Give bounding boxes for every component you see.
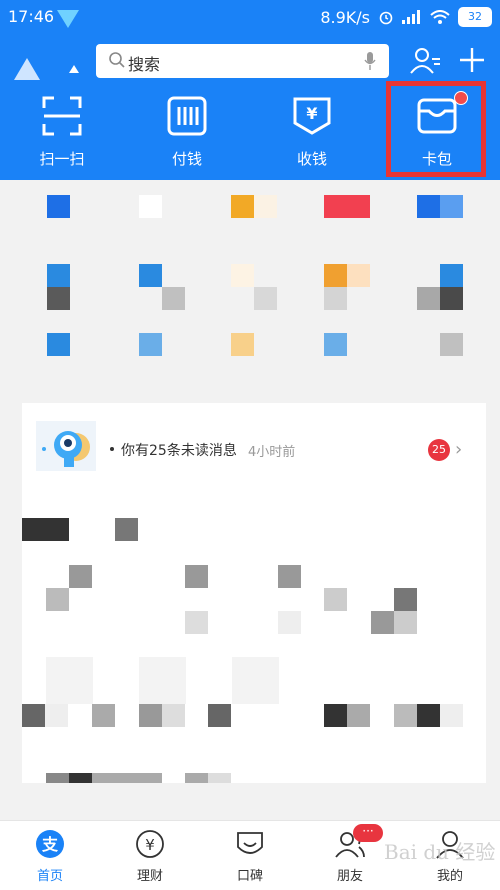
search-bar[interactable]: 搜索 (96, 44, 389, 78)
search-placeholder: 搜索 (128, 55, 161, 74)
tab-profile-label: 我的 (436, 869, 463, 884)
tab-koubei-label: 口碑 (236, 869, 263, 884)
wifi-icon (430, 10, 450, 24)
chevron-right-icon: › (455, 439, 463, 460)
notification-icon (57, 10, 79, 28)
receive-money-label: 收钱 (296, 150, 327, 168)
status-bar: 17:46 8.9K/s 32 (0, 0, 500, 34)
scan-label: 扫一扫 (39, 150, 85, 168)
notification-dot (454, 91, 468, 105)
friends-badge: ··· (353, 824, 383, 842)
message-bullet (110, 447, 114, 451)
unread-message-text: 你有25条未读消息 (121, 443, 237, 459)
signal-icon (402, 10, 420, 24)
city-selector-icon[interactable] (14, 58, 40, 80)
tab-koubei[interactable]: 口碑 (200, 821, 300, 890)
tab-home-label: 首页 (36, 869, 63, 884)
microphone-icon[interactable] (363, 51, 377, 71)
tab-finance-label: 理财 (136, 869, 163, 884)
svg-text:支: 支 (41, 835, 59, 854)
message-card[interactable]: 你有25条未读消息 4小时前 25 › (22, 403, 486, 783)
pay-icon (167, 96, 207, 136)
highlight-box (386, 81, 486, 177)
contacts-icon[interactable] (410, 46, 442, 76)
battery-indicator: 32 (458, 7, 492, 27)
network-speed: 8.9K/s (320, 7, 370, 27)
status-indicators: 8.9K/s 32 (320, 7, 492, 27)
unread-count-badge: 25 (428, 439, 450, 461)
tab-home[interactable]: 支 首页 (0, 821, 100, 890)
dropdown-caret-icon[interactable] (69, 65, 79, 73)
receive-money-icon: ¥ (293, 97, 331, 135)
search-icon (109, 52, 125, 68)
pay-label: 付钱 (171, 150, 202, 168)
home-icon: 支 (36, 830, 64, 858)
scan-icon (42, 96, 82, 136)
svg-text:¥: ¥ (145, 836, 155, 854)
plus-icon[interactable] (458, 46, 486, 74)
scan-button[interactable]: 扫一扫 (12, 96, 112, 176)
receive-money-button[interactable]: ¥ 收钱 (262, 96, 362, 176)
svg-text:¥: ¥ (306, 104, 317, 123)
watermark: Bai du 经验 (384, 840, 496, 864)
alarm-icon (379, 11, 393, 25)
tab-friends-label: 朋友 (336, 869, 363, 884)
mascot-avatar-icon (36, 421, 96, 471)
finance-icon: ¥ (136, 830, 164, 858)
pay-button[interactable]: 付钱 (137, 96, 237, 176)
message-time: 4小时前 (248, 445, 296, 460)
status-time: 17:46 (8, 7, 55, 26)
koubei-icon (237, 832, 263, 854)
tab-finance[interactable]: ¥ 理财 (100, 821, 200, 890)
